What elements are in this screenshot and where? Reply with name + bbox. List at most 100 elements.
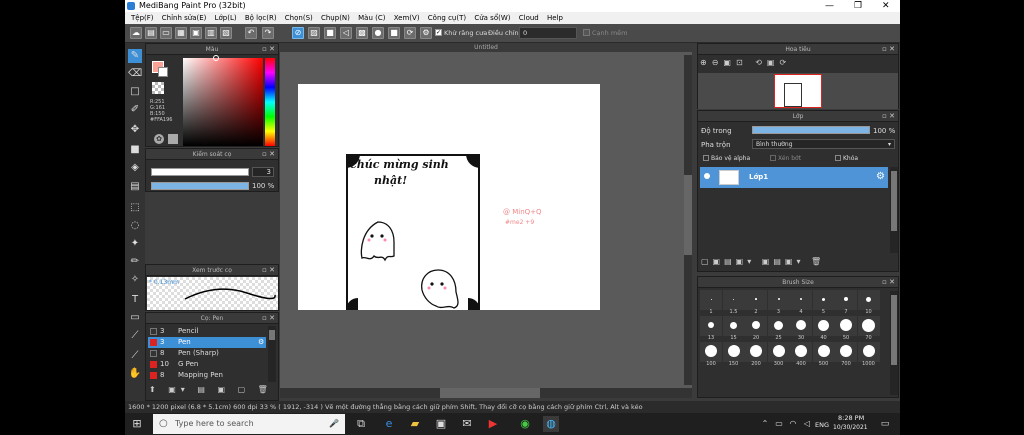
menu-view[interactable]: Xem(V) <box>394 12 420 24</box>
brush-size-option[interactable]: 4 <box>790 290 812 315</box>
panel-icon[interactable]: ▧ <box>220 27 232 39</box>
brush-size-slider[interactable] <box>151 168 249 176</box>
close-icon[interactable]: ▫ ✕ <box>882 44 895 55</box>
menu-color[interactable]: Màu (C) <box>358 12 385 24</box>
language-indicator[interactable]: ENG <box>815 421 829 429</box>
menu-layer[interactable]: Lớp(L) <box>215 12 237 24</box>
layer-toolbar[interactable]: ▢▣▤▣▾ ▣▤▣▾ 🗑 <box>701 257 825 266</box>
brush-size-option[interactable]: 10 <box>857 290 880 315</box>
eyedropper2-tool-icon[interactable]: ⟋ <box>128 349 142 363</box>
brush-size-value[interactable]: 3 <box>252 167 274 177</box>
brush-opacity-slider[interactable] <box>151 182 249 190</box>
brush-item-mapping-pen[interactable]: 8 Mapping Pen <box>148 370 266 381</box>
undo-icon[interactable]: ↶ <box>245 27 257 39</box>
protect-alpha-checkbox[interactable] <box>703 155 709 161</box>
text-tool-icon[interactable]: T <box>128 293 142 307</box>
fill-tool-icon[interactable]: ■ <box>128 143 142 157</box>
maximize-button[interactable]: ❐ <box>854 0 862 12</box>
hand-tool-icon[interactable]: ✋ <box>128 367 142 381</box>
brush-size-option[interactable]: 2 <box>745 290 767 315</box>
brush-size-option[interactable]: 1.5 <box>722 290 745 315</box>
close-icon[interactable]: ▫ ✕ <box>262 44 275 55</box>
close-icon[interactable]: ▫ ✕ <box>882 111 895 122</box>
close-icon[interactable]: ▫ ✕ <box>882 277 895 288</box>
task-view-icon[interactable]: ⧉ <box>353 416 369 432</box>
menu-snap[interactable]: Chụp(N) <box>321 12 350 24</box>
color-mode-icon[interactable] <box>168 134 178 144</box>
notification-icon[interactable]: ▭ <box>877 416 893 432</box>
medibang-taskbar-icon[interactable]: ◍ <box>543 416 559 432</box>
brush-size-option[interactable]: 700 <box>835 342 857 367</box>
close-icon[interactable]: ▫ ✕ <box>262 149 275 160</box>
brush-list-toolbar[interactable]: ⬆ ▣▾ ▤ ▣ ▢ 🗑 <box>149 385 273 394</box>
menu-cloud[interactable]: Cloud <box>519 12 539 24</box>
select-eraser-icon[interactable]: ✧ <box>128 273 142 287</box>
brush-size-option[interactable]: 25 <box>767 316 790 341</box>
windows-start-icon[interactable]: ⊞ <box>129 416 145 432</box>
brush-size-option[interactable]: 1 <box>700 290 722 315</box>
menu-tools[interactable]: Công cụ(T) <box>428 12 466 24</box>
select-pen-icon[interactable]: ✏ <box>128 255 142 269</box>
brush-item-pencil[interactable]: 3 Pencil <box>148 326 266 337</box>
grid-icon[interactable]: ▥ <box>205 27 217 39</box>
circle-icon[interactable]: ● <box>372 27 384 39</box>
page-icon[interactable]: ▣ <box>190 27 202 39</box>
navigator-toolbar[interactable]: ⊕⊖▣⊡ ⟲▣⟳ <box>700 58 791 67</box>
transparent-swatch[interactable] <box>152 82 164 94</box>
brush-size-option[interactable]: 30 <box>790 316 812 341</box>
menu-select[interactable]: Chọn(S) <box>285 12 313 24</box>
settings-icon[interactable]: ⚙ <box>420 27 432 39</box>
brush-size-option[interactable]: 20 <box>745 316 767 341</box>
color-picker-square[interactable] <box>183 58 263 146</box>
menu-help[interactable]: Help <box>547 12 563 24</box>
brush-size-option[interactable]: 7 <box>835 290 857 315</box>
minimize-button[interactable]: — <box>825 0 834 12</box>
square-icon[interactable]: ■ <box>388 27 400 39</box>
gear-icon[interactable]: ⚙ <box>876 171 885 182</box>
edge-browser-icon[interactable]: e <box>381 416 397 432</box>
no-fill-icon[interactable]: ⊘ <box>292 27 304 39</box>
cloud-icon[interactable]: ☁ <box>130 27 142 39</box>
file-explorer-icon[interactable]: ▰ <box>407 416 423 432</box>
edge-checkbox[interactable] <box>583 29 590 36</box>
brush-size-option[interactable]: 1000 <box>857 342 880 367</box>
brush-size-option[interactable]: 150 <box>722 342 745 367</box>
new-file-icon[interactable]: ▤ <box>145 27 157 39</box>
bucket-tool-icon[interactable]: ◈ <box>128 161 142 175</box>
navigator-preview[interactable] <box>698 73 898 109</box>
taskbar-search[interactable]: ○ Type here to search 🎤 <box>153 414 345 434</box>
hue-slider[interactable] <box>265 58 275 146</box>
background-swatch[interactable] <box>158 67 168 77</box>
brush-size-option[interactable]: 500 <box>812 342 835 367</box>
select-tool-icon[interactable]: ⬚ <box>128 201 142 215</box>
lock-checkbox[interactable] <box>835 155 841 161</box>
close-button[interactable]: ✕ <box>882 0 890 12</box>
pen-tool-icon[interactable]: ✎ <box>128 49 142 63</box>
brush-item-g-pen[interactable]: 10 G Pen <box>148 359 266 370</box>
microphone-icon[interactable]: 🎤 <box>329 414 339 434</box>
clock-date[interactable]: 10/30/2021 <box>833 424 868 431</box>
close-icon[interactable]: ▫ ✕ <box>262 265 275 276</box>
menu-window[interactable]: Cửa sổ(W) <box>474 12 510 24</box>
magic-wand-icon[interactable]: ✦ <box>128 237 142 251</box>
palette-icon[interactable]: ✿ <box>154 134 164 144</box>
navigator-viewport[interactable] <box>774 74 822 108</box>
brush-size-option[interactable]: 300 <box>767 342 790 367</box>
brush-size-scrollbar[interactable] <box>890 291 898 395</box>
menu-edit[interactable]: Chỉnh sửa(E) <box>162 12 207 24</box>
rotate-icon[interactable]: ⟳ <box>404 27 416 39</box>
eye-icon[interactable] <box>704 173 710 179</box>
layer-row-1[interactable]: Lớp1 ⚙ <box>700 167 888 188</box>
gear-icon[interactable]: ⚙ <box>258 337 264 348</box>
menu-filter[interactable]: Bộ lọc(R) <box>245 12 277 24</box>
brush-item-pen-sharp[interactable]: 8 Pen (Sharp) <box>148 348 266 359</box>
move-tool-icon[interactable]: ✥ <box>128 123 142 137</box>
brush-size-option[interactable]: 40 <box>812 316 835 341</box>
volume-icon[interactable]: ◁ <box>799 416 815 432</box>
lasso-tool-icon[interactable]: ◌ <box>128 219 142 233</box>
layer-scrollbar[interactable] <box>890 167 898 253</box>
color-picker-cursor[interactable] <box>213 55 219 61</box>
comic-icon[interactable]: ▦ <box>175 27 187 39</box>
eyedropper-tool-icon[interactable]: ⟋ <box>128 329 142 343</box>
shape-icon[interactable]: ◁ <box>340 27 352 39</box>
